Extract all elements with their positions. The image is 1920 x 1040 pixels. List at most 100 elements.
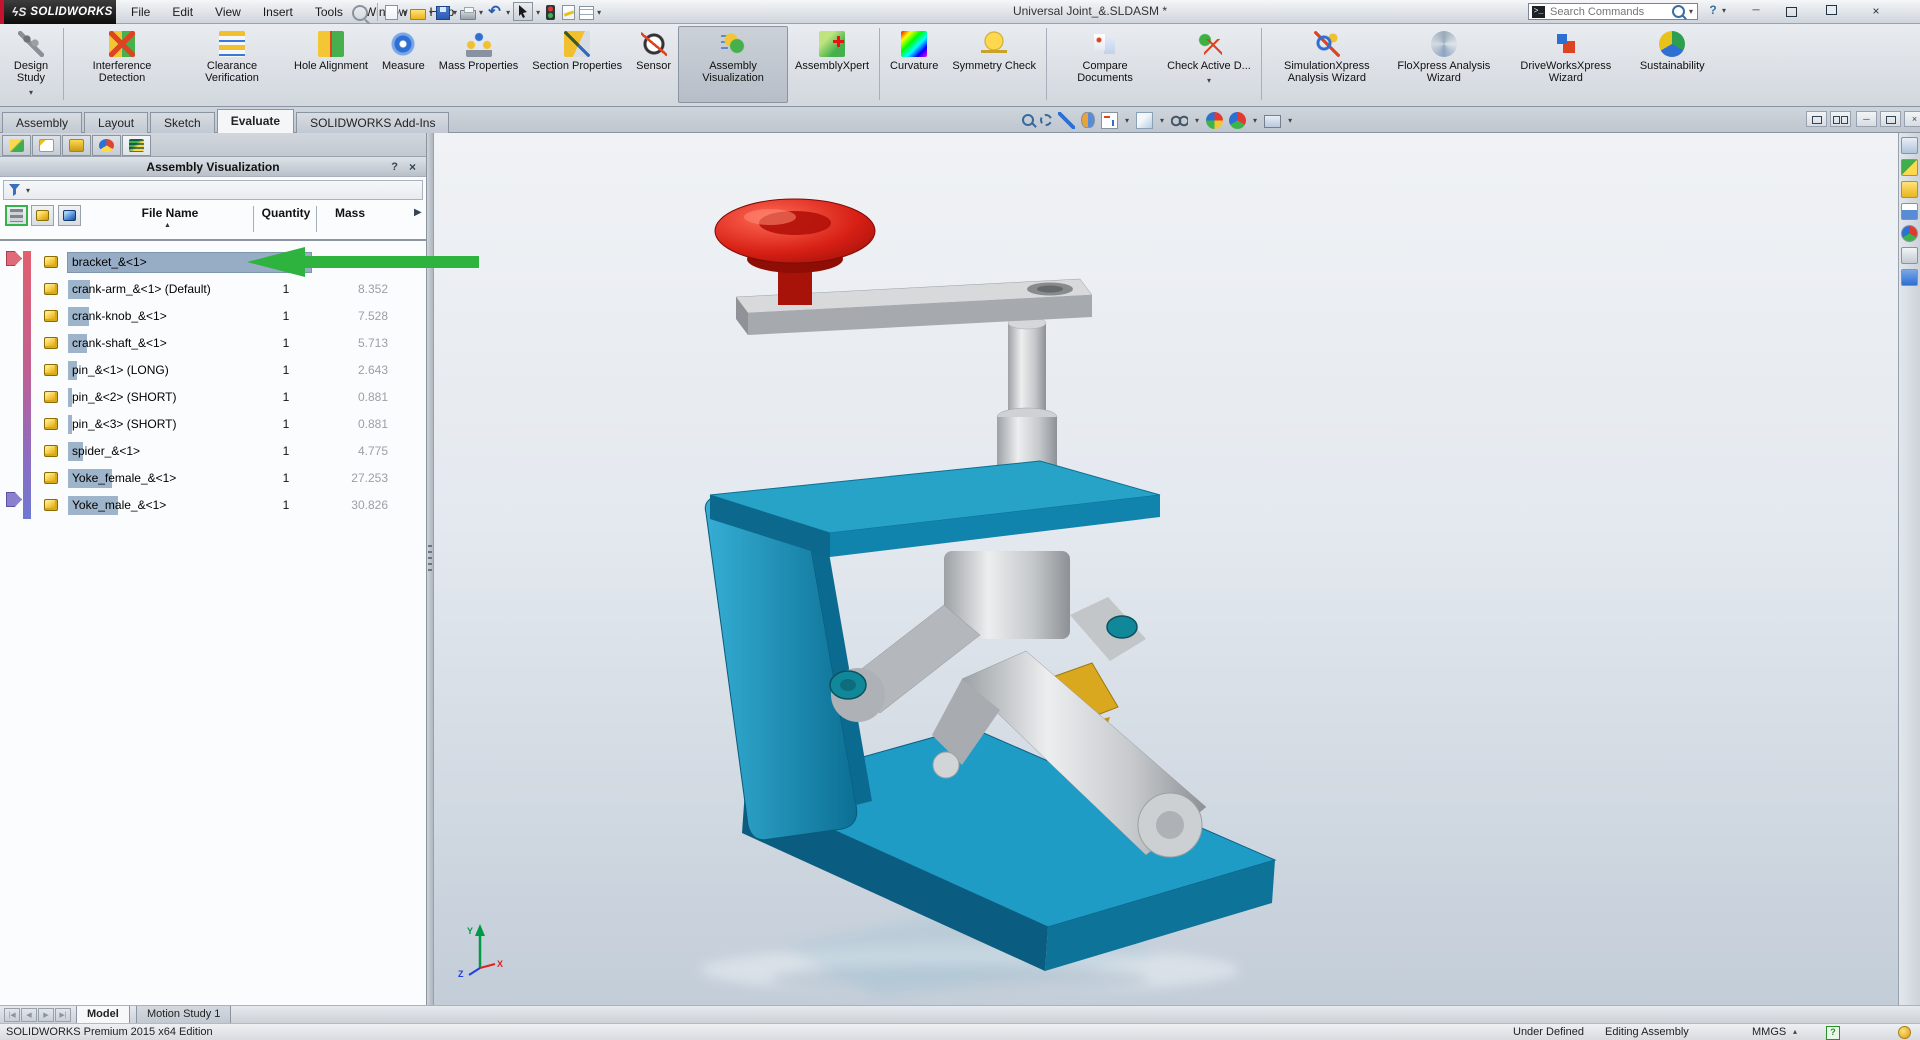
row-name[interactable]: pin_&<2> (SHORT) xyxy=(72,384,177,411)
new-document-icon[interactable] xyxy=(385,5,398,20)
help-bubble-icon[interactable] xyxy=(1898,1026,1911,1039)
row-name[interactable]: spider_&<1> xyxy=(72,438,140,465)
search-input[interactable] xyxy=(1548,5,1669,19)
zoom-to-fit-icon[interactable] xyxy=(1022,114,1034,126)
rebuild-icon[interactable] xyxy=(546,5,555,20)
gradient-slider-bottom-handle[interactable] xyxy=(6,492,22,507)
save-icon[interactable] xyxy=(436,6,450,20)
dropdown-caret-icon[interactable]: ▾ xyxy=(1195,112,1199,129)
crank-knob[interactable] xyxy=(715,199,875,305)
file-properties-icon[interactable] xyxy=(562,5,575,20)
graphics-viewport[interactable]: Y X Z xyxy=(434,133,1898,1005)
ribbon-button-section-properties[interactable]: Section Properties xyxy=(525,26,629,103)
dropdown-caret-icon[interactable]: ▾ xyxy=(1253,112,1257,129)
table-row[interactable]: spider_&<1> 1 4.775 xyxy=(36,438,427,465)
units-caret-icon[interactable]: ▴ xyxy=(1793,1024,1797,1040)
tab-evaluate[interactable]: Evaluate xyxy=(217,109,294,133)
configurationmanager-tab[interactable] xyxy=(62,135,91,156)
ribbon-button-symmetry-check[interactable]: Symmetry Check xyxy=(945,26,1043,103)
table-row[interactable]: pin_&<2> (SHORT) 1 0.881 xyxy=(36,384,427,411)
dropdown-caret-icon[interactable]: ▾ xyxy=(1160,112,1164,129)
menu-edit[interactable]: Edit xyxy=(161,0,204,24)
column-header-mass[interactable]: Mass xyxy=(317,206,383,220)
dropdown-caret-icon[interactable]: ▾ xyxy=(597,4,601,21)
row-name[interactable]: pin_&<3> (SHORT) xyxy=(72,411,177,438)
assembly-visualization-tab[interactable] xyxy=(122,135,151,156)
dropdown-caret-icon[interactable]: ▾ xyxy=(536,4,540,21)
table-row[interactable]: Yoke_female_&<1> 1 27.253 xyxy=(36,465,427,492)
ribbon-button-measure[interactable]: Measure xyxy=(375,26,432,103)
tab-assembly[interactable]: Assembly xyxy=(2,112,82,133)
hide-show-items-icon[interactable] xyxy=(1171,112,1188,129)
nav-prev-icon[interactable]: ◀ xyxy=(21,1008,37,1022)
column-separator[interactable] xyxy=(316,206,317,232)
ribbon-button-sustainability[interactable]: Sustainability xyxy=(1633,26,1712,103)
view-orientation-icon[interactable] xyxy=(1101,112,1118,129)
dropdown-caret-icon[interactable]: ▾ xyxy=(1125,112,1129,129)
options-icon[interactable] xyxy=(579,6,594,20)
dropdown-caret-icon[interactable]: ▾ xyxy=(1689,3,1693,20)
minimize-button[interactable]: ─ xyxy=(1746,4,1766,19)
tab-model[interactable]: Model xyxy=(76,1006,130,1024)
flat-view-button[interactable] xyxy=(5,205,28,226)
ribbon-button-simulationxpress[interactable]: SimulationXpress Analysis Wizard xyxy=(1265,26,1389,103)
section-view-icon[interactable] xyxy=(1081,112,1095,128)
displaymanager-tab[interactable] xyxy=(92,135,121,156)
doc-maximize-button[interactable] xyxy=(1880,111,1901,127)
doc-close-button[interactable]: × xyxy=(1904,111,1920,127)
restore-button[interactable] xyxy=(1786,7,1797,17)
close-button[interactable]: × xyxy=(1866,4,1886,19)
tab-solidworks-add-ins[interactable]: SOLIDWORKS Add-Ins xyxy=(296,112,449,133)
doc-restore-icon[interactable] xyxy=(1806,111,1827,127)
filter-bar[interactable]: ▾ xyxy=(3,180,423,200)
dropdown-caret-icon[interactable]: ▾ xyxy=(403,4,407,21)
universal-joint-model[interactable] xyxy=(640,165,1340,1005)
menu-insert[interactable]: Insert xyxy=(252,0,304,24)
table-row[interactable]: pin_&<3> (SHORT) 1 0.881 xyxy=(36,411,427,438)
dropdown-caret-icon[interactable]: ▾ xyxy=(1207,72,1211,89)
featuremanager-tab[interactable] xyxy=(2,135,31,156)
menu-tools[interactable]: Tools xyxy=(304,0,354,24)
print-icon[interactable] xyxy=(460,10,476,20)
tab-sketch[interactable]: Sketch xyxy=(150,112,215,133)
splitter-grip-icon[interactable] xyxy=(428,545,432,575)
row-name[interactable]: Yoke_male_&<1> xyxy=(72,492,166,519)
menu-file[interactable]: File xyxy=(120,0,161,24)
column-header-file-name[interactable]: File Name xyxy=(90,206,250,220)
value-color-gradient-bar[interactable] xyxy=(23,251,31,519)
dropdown-caret-icon[interactable]: ▾ xyxy=(453,4,457,21)
column-header-quantity[interactable]: Quantity xyxy=(255,206,317,220)
dropdown-caret-icon[interactable]: ▾ xyxy=(1288,112,1292,129)
ribbon-button-assembly-visualization[interactable]: Assembly Visualization xyxy=(678,26,788,103)
propertymanager-tab[interactable] xyxy=(32,135,61,156)
nav-next-icon[interactable]: ▶ xyxy=(38,1008,54,1022)
ribbon-button-hole-alignment[interactable]: Hole Alignment xyxy=(287,26,375,103)
appearances-scenes-icon[interactable] xyxy=(1901,225,1918,242)
tab-layout[interactable]: Layout xyxy=(84,112,148,133)
forum-icon[interactable] xyxy=(1901,269,1918,286)
doc-split-icon[interactable] xyxy=(1830,111,1851,127)
custom-properties-icon[interactable] xyxy=(1901,247,1918,264)
ribbon-button-sensor[interactable]: Sensor xyxy=(629,26,678,103)
edit-appearance-icon[interactable] xyxy=(1229,112,1246,129)
dropdown-caret-icon[interactable]: ▾ xyxy=(506,4,510,21)
gradient-slider-top-handle[interactable] xyxy=(6,251,22,266)
cascade-windows-button[interactable] xyxy=(1826,5,1837,15)
nav-last-icon[interactable]: ▶| xyxy=(55,1008,71,1022)
undo-icon[interactable]: ↶ xyxy=(486,4,503,21)
more-columns-icon[interactable]: ▶ xyxy=(414,207,422,218)
row-name[interactable]: pin_&<1> (LONG) xyxy=(72,357,169,384)
row-name[interactable]: bracket_&<1> xyxy=(72,249,147,276)
table-row[interactable]: crank-knob_&<1> 1 7.528 xyxy=(36,303,427,330)
column-separator[interactable] xyxy=(253,206,254,232)
menu-view[interactable]: View xyxy=(204,0,252,24)
tab-motion-study-1[interactable]: Motion Study 1 xyxy=(136,1006,231,1024)
ribbon-button-interference-detection[interactable]: Interference Detection xyxy=(67,26,177,103)
ribbon-button-compare-documents[interactable]: Compare Documents xyxy=(1050,26,1160,103)
solidworks-resources-icon[interactable] xyxy=(1901,137,1918,154)
ribbon-button-assemblyxpert[interactable]: AssemblyXpert xyxy=(788,26,876,103)
ribbon-button-curvature[interactable]: Curvature xyxy=(883,26,945,103)
view-palette-icon[interactable] xyxy=(1901,203,1918,220)
row-name[interactable]: crank-arm_&<1> (Default) xyxy=(72,276,211,303)
dropdown-caret-icon[interactable]: ▾ xyxy=(429,4,433,21)
